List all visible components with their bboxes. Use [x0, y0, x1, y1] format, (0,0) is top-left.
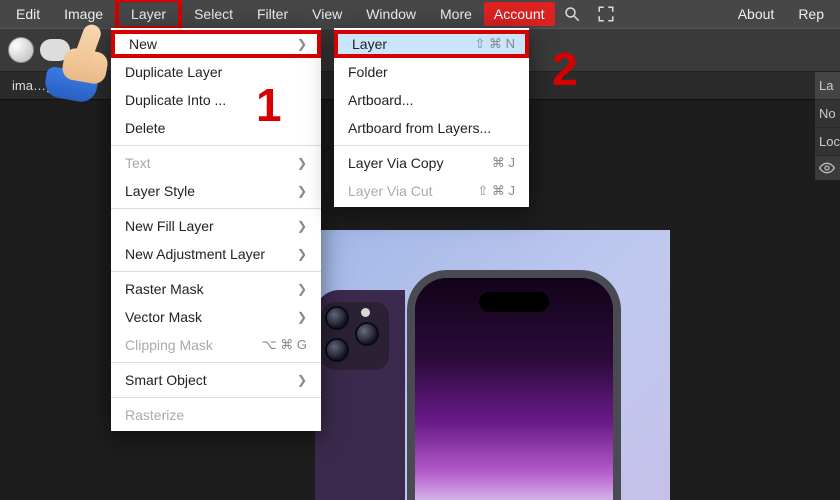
menu-about[interactable]: About	[726, 2, 787, 26]
menu-item-label: Raster Mask	[125, 281, 204, 297]
menu-item-new-fill-layer[interactable]: New Fill Layer ❯	[111, 212, 321, 240]
menu-edit[interactable]: Edit	[4, 2, 52, 26]
submenu-arrow-icon: ❯	[297, 247, 307, 261]
menu-item-new[interactable]: New ❯	[111, 30, 321, 58]
submenu-arrow-icon: ❯	[297, 219, 307, 233]
menu-item-raster-mask[interactable]: Raster Mask ❯	[111, 275, 321, 303]
submenu-item-artboard-from-layers[interactable]: Artboard from Layers...	[334, 114, 529, 142]
menu-item-label: Rasterize	[125, 407, 184, 423]
menu-item-vector-mask[interactable]: Vector Mask ❯	[111, 303, 321, 331]
submenu-arrow-icon: ❯	[297, 37, 307, 51]
menu-item-smart-object[interactable]: Smart Object ❯	[111, 366, 321, 394]
app-root: Edit Image Layer Select Filter View Wind…	[0, 0, 840, 500]
submenu-item-layer-via-copy[interactable]: Layer Via Copy ⌘ J	[334, 149, 529, 177]
menu-item-layer-style[interactable]: Layer Style ❯	[111, 177, 321, 205]
menu-item-label: Vector Mask	[125, 309, 202, 325]
new-submenu: Layer ⇧ ⌘ N Folder Artboard... Artboard …	[334, 28, 529, 207]
search-icon[interactable]	[555, 1, 589, 27]
menu-separator	[111, 145, 321, 146]
menu-item-label: New Fill Layer	[125, 218, 214, 234]
menu-item-label: New Adjustment Layer	[125, 246, 265, 262]
menu-account[interactable]: Account	[484, 2, 555, 26]
submenu-item-folder[interactable]: Folder	[334, 58, 529, 86]
menu-item-label: Delete	[125, 120, 165, 136]
camera-module-illustration	[321, 302, 389, 370]
menu-item-clipping-mask: Clipping Mask ⌥ ⌘ G	[111, 331, 321, 359]
phone-front-illustration	[407, 270, 621, 500]
menu-item-duplicate-layer[interactable]: Duplicate Layer	[111, 58, 321, 86]
menu-report[interactable]: Rep	[786, 2, 836, 26]
submenu-arrow-icon: ❯	[297, 310, 307, 324]
menu-item-duplicate-into[interactable]: Duplicate Into ...	[111, 86, 321, 114]
submenu-arrow-icon: ❯	[297, 156, 307, 170]
panel-layers-tab[interactable]: La	[815, 72, 840, 100]
menu-item-text: Text ❯	[111, 149, 321, 177]
submenu-item-layer-via-cut: Layer Via Cut ⇧ ⌘ J	[334, 177, 529, 205]
fullscreen-icon[interactable]	[589, 1, 623, 27]
menu-separator	[334, 145, 529, 146]
menu-view[interactable]: View	[300, 2, 354, 26]
menu-item-label: Duplicate Layer	[125, 64, 222, 80]
menu-separator	[111, 397, 321, 398]
pointer-hand-icon	[45, 28, 115, 98]
canvas-image: 	[315, 230, 670, 500]
menu-item-label: Artboard...	[348, 92, 413, 108]
menu-item-label: Artboard from Layers...	[348, 120, 491, 136]
menu-item-delete[interactable]: Delete	[111, 114, 321, 142]
menu-item-label: Layer Via Copy	[348, 155, 443, 171]
menu-separator	[111, 271, 321, 272]
menu-separator	[111, 362, 321, 363]
right-panel: La No Locl	[815, 72, 840, 180]
menu-item-label: New	[129, 36, 157, 52]
menubar: Edit Image Layer Select Filter View Wind…	[0, 0, 840, 28]
menu-filter[interactable]: Filter	[245, 2, 300, 26]
submenu-arrow-icon: ❯	[297, 184, 307, 198]
menu-select[interactable]: Select	[182, 2, 245, 26]
layer-dropdown-menu: New ❯ Duplicate Layer Duplicate Into ...…	[111, 28, 321, 431]
menu-window[interactable]: Window	[354, 2, 428, 26]
submenu-item-artboard[interactable]: Artboard...	[334, 86, 529, 114]
menubar-right: About Rep	[726, 2, 836, 26]
menu-more[interactable]: More	[428, 2, 484, 26]
panel-blend-mode[interactable]: No	[815, 100, 840, 128]
menu-shortcut: ⌥ ⌘ G	[262, 337, 307, 353]
menu-shortcut: ⌘ J	[492, 155, 515, 171]
menu-item-label: Text	[125, 155, 151, 171]
menu-item-label: Clipping Mask	[125, 337, 213, 353]
submenu-item-layer[interactable]: Layer ⇧ ⌘ N	[334, 30, 529, 58]
menu-item-label: Layer Via Cut	[348, 183, 433, 199]
menu-shortcut: ⇧ ⌘ J	[477, 183, 515, 199]
menu-item-rasterize: Rasterize	[111, 401, 321, 429]
menu-item-new-adjustment-layer[interactable]: New Adjustment Layer ❯	[111, 240, 321, 268]
menu-item-label: Smart Object	[125, 372, 207, 388]
panel-lock-row[interactable]: Locl	[815, 128, 840, 156]
menu-separator	[111, 208, 321, 209]
submenu-arrow-icon: ❯	[297, 373, 307, 387]
menu-item-label: Layer Style	[125, 183, 195, 199]
menu-image[interactable]: Image	[52, 2, 115, 26]
foreground-color-swatch[interactable]	[8, 37, 34, 63]
menu-shortcut: ⇧ ⌘ N	[474, 36, 515, 52]
annotation-step-2: 2	[552, 42, 578, 96]
menu-item-label: Layer	[352, 36, 387, 52]
menu-item-label: Folder	[348, 64, 388, 80]
layer-visibility-icon[interactable]	[815, 156, 840, 180]
annotation-step-1: 1	[256, 78, 282, 132]
menu-item-label: Duplicate Into ...	[125, 92, 226, 108]
submenu-arrow-icon: ❯	[297, 282, 307, 296]
menu-layer[interactable]: Layer	[115, 0, 182, 30]
